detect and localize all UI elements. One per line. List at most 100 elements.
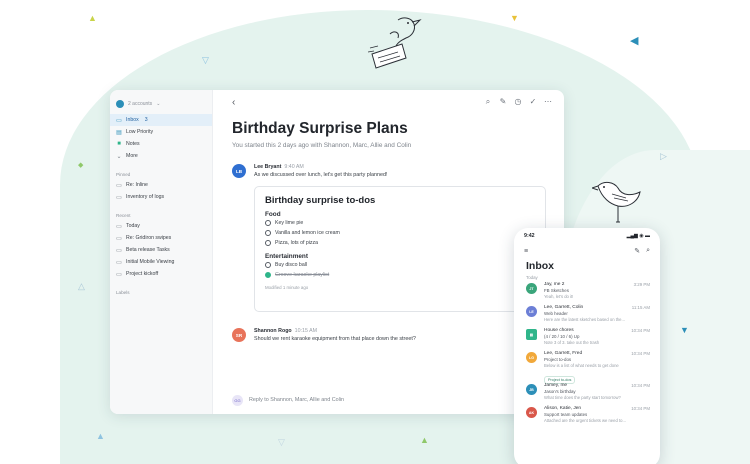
reply-input[interactable]: Reply to Shannon, Marc, Allie and Colin bbox=[249, 397, 344, 403]
list-item[interactable]: JB Jamey, me 10:34 PM Jason's birthday Wh… bbox=[514, 381, 660, 404]
sidebar-item-recent[interactable]: ▭ Initial Mobile Viewing bbox=[110, 256, 212, 268]
sidebar-item-pinned[interactable]: ▭ Inventory of logs bbox=[110, 191, 212, 203]
list-item-subject: Project to-dos bbox=[544, 357, 572, 362]
checklist-item-label: Groove karaoke playlist bbox=[275, 272, 330, 278]
checklist-item[interactable]: Pizza, lots of pizza bbox=[265, 238, 535, 248]
chevron-down-icon: ⌄ bbox=[156, 101, 161, 107]
list-item[interactable]: AK Alison, Katie, Jen 10:34 PM Support te… bbox=[514, 404, 660, 427]
list-item-from: Jay, me 2 bbox=[544, 282, 565, 287]
checklist-item-label: Buy disco ball bbox=[275, 262, 308, 268]
section-heading-labels: Labels bbox=[116, 290, 130, 295]
sidebar-item-recent[interactable]: ▭ Re: Gridiron swipes bbox=[110, 232, 212, 244]
sidebar-item-recent[interactable]: ▭ Today bbox=[110, 220, 212, 232]
section-heading-recent: Recent bbox=[116, 213, 131, 218]
account-switcher-label: 2 accounts bbox=[128, 101, 153, 107]
account-switcher[interactable]: 2 accounts ⌄ bbox=[110, 98, 212, 110]
checklist-item[interactable]: Buy disco ball bbox=[265, 260, 535, 270]
sidebar-item-recent[interactable]: ▭ Project kickoff bbox=[110, 268, 212, 280]
checklist-item-label: Pizza, lots of pizza bbox=[275, 240, 318, 246]
thread-view: ‹ ⌕ ✎ ◷ ✓ ⋯ Birthday Surprise Plans You … bbox=[214, 90, 564, 414]
list-item[interactable]: LG Lee, Garrett, Fred 10:34 PM Project to… bbox=[514, 349, 660, 384]
sidebar: 2 accounts ⌄ ▭ Inbox 3 ▤ Low Priority ■ … bbox=[110, 90, 213, 414]
list-item-subject: Support team updates bbox=[544, 412, 588, 417]
section-heading-pinned: Pinned bbox=[116, 172, 131, 177]
pin-icon[interactable]: ✎ bbox=[499, 97, 507, 107]
embedded-note-card[interactable]: Birthday surprise to-dos Food Key lime p… bbox=[254, 186, 546, 312]
hamburger-menu-icon[interactable]: ≡ bbox=[524, 248, 528, 255]
phone-inbox-title: Inbox bbox=[526, 260, 554, 272]
avatar: LG bbox=[526, 352, 537, 363]
sidebar-item-more[interactable]: ⌄ More bbox=[110, 150, 212, 162]
list-item-from: Alison, Katie, Jen bbox=[544, 406, 582, 411]
list-item-preview: What time does the party start tomorrow? bbox=[544, 395, 621, 400]
sender-name: Lee Bryant bbox=[254, 164, 282, 170]
message-header: Shannon Rogo 10:15 AM bbox=[254, 328, 317, 334]
search-icon[interactable]: ⌕ bbox=[484, 97, 492, 107]
desktop-app-window: 2 accounts ⌄ ▭ Inbox 3 ▤ Low Priority ■ … bbox=[110, 90, 564, 414]
checklist-item[interactable]: Vanilla and lemon ice cream bbox=[265, 228, 535, 238]
checklist-item[interactable]: Key lime pie bbox=[265, 218, 535, 228]
more-options-icon[interactable]: ⋯ bbox=[544, 97, 552, 107]
sidebar-item-label: Inbox bbox=[126, 117, 139, 123]
avatar: JT bbox=[526, 283, 537, 294]
checkbox[interactable] bbox=[265, 240, 271, 246]
note-title: Birthday surprise to-dos bbox=[265, 195, 376, 206]
list-item-subject: FB Sketches bbox=[544, 288, 569, 293]
list-item-preview: Attached are the urgent tickets we need … bbox=[544, 418, 626, 423]
checklist-item-done[interactable]: Groove karaoke playlist bbox=[265, 270, 535, 280]
search-icon[interactable]: ⌕ bbox=[646, 247, 650, 255]
sidebar-item-recent[interactable]: ▭ Beta release Tasks bbox=[110, 244, 212, 256]
list-item-preview: Yeah, let's do it! bbox=[544, 294, 574, 299]
list-item-time: 3:29 PM bbox=[633, 282, 650, 287]
thread-icon: ▭ bbox=[116, 223, 122, 230]
list-item-time: 11:15 AM bbox=[631, 305, 650, 310]
checkbox-checked[interactable] bbox=[265, 272, 271, 278]
sidebar-item-label: Today bbox=[126, 223, 140, 229]
back-arrow-icon[interactable]: ‹ bbox=[232, 97, 235, 108]
sidebar-item-label: Initial Mobile Viewing bbox=[126, 259, 175, 265]
checklist-item-label: Vanilla and lemon ice cream bbox=[275, 230, 340, 236]
list-item-from: Lee, Garrett, Colin bbox=[544, 305, 584, 310]
sidebar-item-pinned[interactable]: ▭ Re: Inline bbox=[110, 179, 212, 191]
pin-icon[interactable]: ✎ bbox=[634, 247, 640, 255]
list-item-time: 10:34 PM bbox=[631, 406, 650, 411]
confetti-triangle-icon: ▼ bbox=[680, 325, 689, 335]
checkbox[interactable] bbox=[265, 230, 271, 236]
sidebar-item-low-priority[interactable]: ▤ Low Priority bbox=[110, 126, 212, 138]
list-item[interactable]: LE Lee, Garrett, Colin 11:15 AM Web heade… bbox=[514, 303, 660, 326]
checkbox[interactable] bbox=[265, 262, 271, 268]
list-item-time: 10:34 PM bbox=[631, 383, 650, 388]
list-item-time: 10:34 PM bbox=[631, 328, 650, 333]
list-item[interactable]: ▤ House chores 10:34 PM (4 / 20 / 10 / 6)… bbox=[514, 326, 660, 349]
sidebar-item-label: Re: Inline bbox=[126, 182, 148, 188]
done-check-icon[interactable]: ✓ bbox=[529, 97, 537, 107]
list-item-from: House chores bbox=[544, 328, 574, 333]
phone-clock: 9:42 bbox=[524, 233, 535, 239]
thread-toolbar: ‹ ⌕ ✎ ◷ ✓ ⋯ bbox=[214, 90, 564, 114]
thread-icon: ▭ bbox=[116, 182, 122, 189]
note-modified-time: Modified 1 minute ago bbox=[265, 285, 309, 290]
confetti-triangle-icon: ▷ bbox=[660, 151, 667, 161]
list-item-from: Lee, Garrett, Fred bbox=[544, 351, 583, 356]
checklist-item-label: Key lime pie bbox=[275, 220, 304, 226]
list-item-time: 10:34 PM bbox=[631, 351, 650, 356]
checkbox[interactable] bbox=[265, 220, 271, 226]
sidebar-item-label: Project kickoff bbox=[126, 271, 159, 277]
phone-toolbar: ≡ ✎ ⌕ bbox=[514, 244, 660, 258]
list-item[interactable]: JT Jay, me 2 3:29 PM FB Sketches Yeah, le… bbox=[514, 280, 660, 303]
message-body: As we discussed over lunch, let's get th… bbox=[254, 172, 388, 178]
confetti-triangle-icon: △ bbox=[78, 281, 85, 291]
list-item-subject: (4 / 20 / 10 / 6) Up bbox=[544, 334, 580, 339]
sidebar-item-notes[interactable]: ■ Notes bbox=[110, 138, 212, 150]
snooze-clock-icon[interactable]: ◷ bbox=[514, 97, 522, 107]
thread-title: Birthday Surprise Plans bbox=[232, 120, 408, 137]
sidebar-item-label: Re: Gridiron swipes bbox=[126, 235, 172, 241]
reply-bar[interactable]: GG Reply to Shannon, Marc, Allie and Col… bbox=[232, 392, 552, 408]
bird-with-letter-illustration bbox=[368, 17, 422, 69]
sidebar-item-inbox[interactable]: ▭ Inbox 3 bbox=[110, 114, 212, 126]
sidebar-item-label: Beta release Tasks bbox=[126, 247, 170, 253]
confetti-triangle-icon: ▲ bbox=[88, 13, 97, 23]
sidebar-item-label: Low Priority bbox=[126, 129, 154, 135]
thread-icon: ▭ bbox=[116, 247, 122, 254]
list-item-from: Jamey, me bbox=[544, 383, 568, 388]
